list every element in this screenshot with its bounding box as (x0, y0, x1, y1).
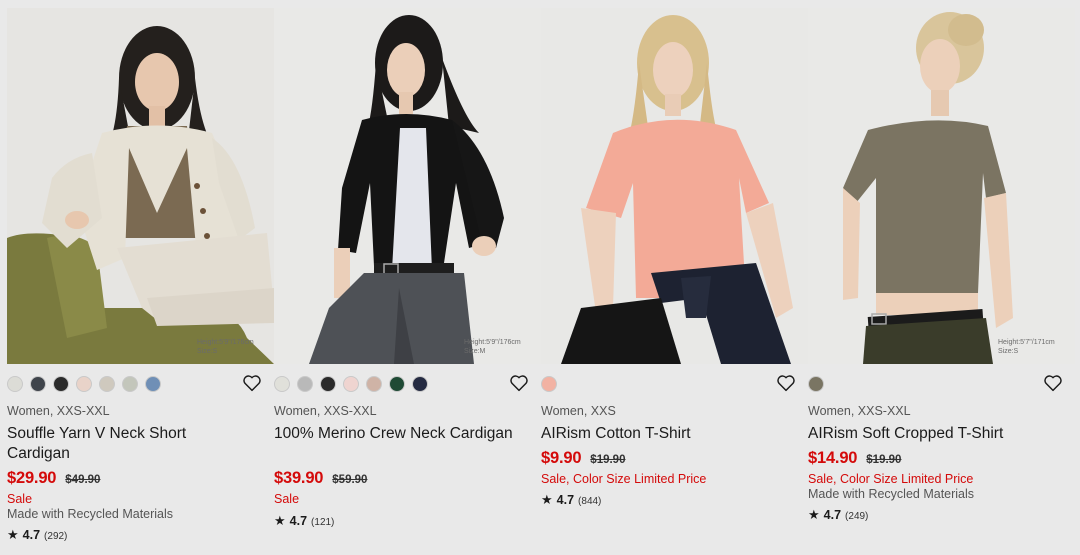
sale-price: $29.90 (7, 469, 57, 487)
review-count: (844) (578, 496, 602, 507)
sale-price: $39.90 (274, 469, 324, 487)
rating: ★ 4.7 (249) (808, 507, 868, 523)
model-size-note: Height:5'9"/176cm Size:M (464, 339, 521, 355)
price-row: $14.90 $19.90 (808, 449, 901, 468)
product-name[interactable]: AIRism Soft Cropped T-Shirt (808, 424, 1048, 444)
product-name[interactable]: AIRism Cotton T-Shirt (541, 424, 781, 444)
review-count: (121) (311, 517, 335, 528)
color-swatch[interactable] (541, 376, 557, 392)
product-photo-illustration (541, 8, 808, 364)
product-photo-illustration (7, 8, 274, 364)
product-photo-illustration (274, 8, 541, 364)
rating-value: 4.7 (22, 528, 41, 542)
original-price: $19.90 (590, 454, 626, 466)
rating-value: 4.7 (823, 508, 842, 522)
recycled-label: Made with Recycled Materials (7, 507, 174, 521)
favorite-button[interactable] (1043, 374, 1063, 392)
review-count: (249) (845, 511, 869, 522)
heart-outline-icon (777, 375, 795, 392)
product-card[interactable]: Height:5'9"/176cm Size:S Women, XXS-XXL … (7, 0, 274, 555)
review-count: (292) (44, 531, 68, 542)
color-swatches (7, 376, 161, 392)
color-swatch[interactable] (320, 376, 336, 392)
product-card[interactable]: Height:5'9"/176cm Size:M Women, XXS-XXL … (274, 0, 541, 555)
product-card[interactable]: Height:5'7"/171cm Size:S Women, XXS-XXL … (808, 0, 1075, 555)
color-swatch[interactable] (297, 376, 313, 392)
rating: ★ 4.7 (292) (7, 527, 67, 543)
favorite-button[interactable] (242, 374, 262, 392)
heart-outline-icon (243, 375, 261, 392)
color-swatch[interactable] (145, 376, 161, 392)
color-swatch[interactable] (274, 376, 290, 392)
product-grid: Height:5'9"/176cm Size:S Women, XXS-XXL … (0, 0, 1080, 555)
gender-sizes: Women, XXS-XXL (7, 404, 110, 418)
color-swatches (541, 376, 557, 392)
heart-outline-icon (1044, 375, 1062, 392)
price-row: $9.90 $19.90 (541, 449, 625, 468)
star-icon: ★ (274, 513, 286, 528)
color-swatch[interactable] (389, 376, 405, 392)
rating: ★ 4.7 (844) (541, 492, 601, 508)
favorite-button[interactable] (509, 374, 529, 392)
product-image[interactable]: Height:5'9"/176cm Size:S (7, 8, 274, 364)
color-swatch[interactable] (99, 376, 115, 392)
product-image[interactable]: Height:5'9"/176cm Size:M (274, 8, 541, 364)
sale-label: Sale (274, 492, 300, 506)
product-card[interactable]: Women, XXS AIRism Cotton T-Shirt $9.90 $… (541, 0, 808, 555)
product-name[interactable]: Souffle Yarn V Neck Short Cardigan (7, 424, 247, 464)
star-icon: ★ (541, 492, 553, 507)
color-swatch[interactable] (412, 376, 428, 392)
gender-sizes: Women, XXS (541, 404, 616, 418)
rating: ★ 4.7 (121) (274, 513, 334, 529)
rating-value: 4.7 (289, 514, 308, 528)
recycled-label: Made with Recycled Materials (808, 487, 975, 501)
favorite-button[interactable] (776, 374, 796, 392)
original-price: $59.90 (332, 474, 368, 486)
color-swatch[interactable] (30, 376, 46, 392)
price-row: $29.90 $49.90 (7, 469, 100, 488)
original-price: $19.90 (866, 454, 902, 466)
color-swatch[interactable] (366, 376, 382, 392)
color-swatch[interactable] (76, 376, 92, 392)
color-swatch[interactable] (122, 376, 138, 392)
original-price: $49.90 (65, 474, 101, 486)
product-name[interactable]: 100% Merino Crew Neck Cardigan (274, 424, 514, 444)
star-icon: ★ (7, 527, 19, 542)
color-swatches (274, 376, 428, 392)
color-swatch[interactable] (808, 376, 824, 392)
model-size-note: Height:5'7"/171cm Size:S (998, 339, 1055, 355)
rating-value: 4.7 (556, 493, 575, 507)
sale-label: Sale, Color Size Limited Price (541, 472, 707, 486)
product-image[interactable] (541, 8, 808, 364)
sale-price: $9.90 (541, 449, 582, 467)
heart-outline-icon (510, 375, 528, 392)
model-size-note: Height:5'9"/176cm Size:S (197, 339, 254, 355)
product-photo-illustration (808, 8, 1075, 364)
sale-label: Sale (7, 492, 33, 506)
color-swatch[interactable] (53, 376, 69, 392)
color-swatch[interactable] (343, 376, 359, 392)
color-swatch[interactable] (7, 376, 23, 392)
gender-sizes: Women, XXS-XXL (274, 404, 377, 418)
star-icon: ★ (808, 507, 820, 522)
price-row: $39.90 $59.90 (274, 469, 367, 488)
gender-sizes: Women, XXS-XXL (808, 404, 911, 418)
sale-label: Sale, Color Size Limited Price (808, 472, 974, 486)
color-swatches (808, 376, 824, 392)
sale-price: $14.90 (808, 449, 858, 467)
product-image[interactable]: Height:5'7"/171cm Size:S (808, 8, 1075, 364)
